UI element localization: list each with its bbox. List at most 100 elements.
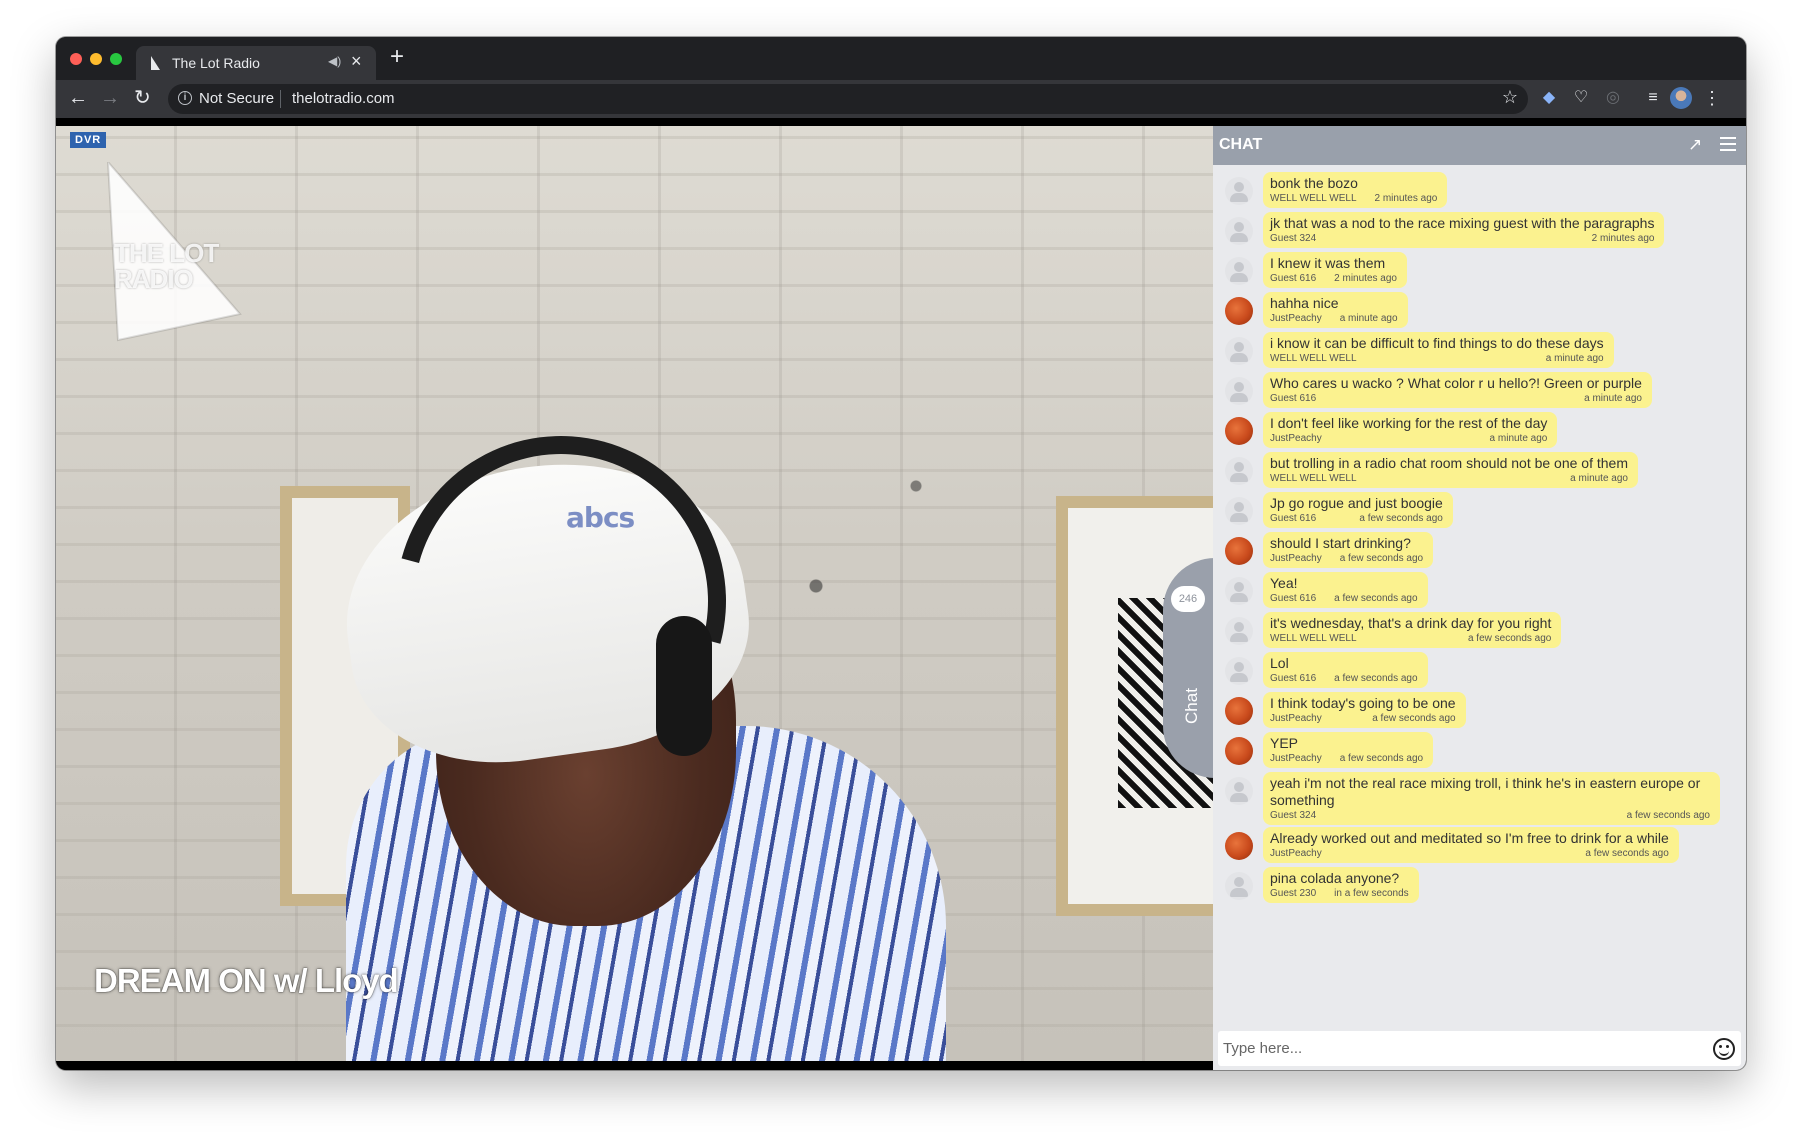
video-player[interactable]: abcs DVR THE LOT RADIO DREAM ON w/ Lloyd <box>56 126 1213 1061</box>
message-author[interactable]: Guest 324 <box>1270 809 1316 822</box>
message-author[interactable]: Guest 616 <box>1270 272 1316 285</box>
message-author[interactable]: Guest 616 <box>1270 672 1316 685</box>
message-author[interactable]: Guest 324 <box>1270 232 1316 245</box>
address-bar[interactable]: i Not Secure thelotradio.com ☆ <box>168 84 1528 114</box>
forward-button[interactable]: → <box>100 85 120 111</box>
guest-avatar-icon[interactable] <box>1225 177 1253 205</box>
guest-avatar-icon[interactable] <box>1225 457 1253 485</box>
message-bubble: Already worked out and meditated so I'm … <box>1263 827 1679 863</box>
message-author[interactable]: JustPeachy <box>1270 312 1322 325</box>
back-button[interactable]: ← <box>68 85 88 111</box>
message-timestamp: a few seconds ago <box>1339 753 1424 764</box>
reload-button[interactable]: ↻ <box>134 85 151 111</box>
message-timestamp: 2 minutes ago <box>1591 233 1655 244</box>
chat-header: CHAT ↗ <box>1213 126 1746 165</box>
chat-message: should I start drinking? JustPeachy a few … <box>1213 532 1746 574</box>
dvr-badge[interactable]: DVR <box>70 132 107 148</box>
message-timestamp: a few seconds ago <box>1372 713 1456 724</box>
browser-window: The Lot Radio ◀) × + ← → ↻ i Not Secure … <box>56 37 1746 1070</box>
user-avatar[interactable] <box>1225 737 1253 765</box>
security-label[interactable]: Not Secure <box>199 90 274 107</box>
message-author[interactable]: WELL WELL WELL <box>1270 472 1357 485</box>
page-content: abcs DVR THE LOT RADIO DREAM ON w/ Lloyd… <box>56 118 1746 1070</box>
guest-avatar-icon[interactable] <box>1225 577 1253 605</box>
message-author[interactable]: Guest 616 <box>1270 392 1316 405</box>
chat-message: Jp go rogue and just boogie Guest 616 a fe… <box>1213 492 1746 534</box>
chat-message: bonk the bozo WELL WELL WELL 2 minutes ago <box>1213 172 1746 214</box>
guest-avatar-icon[interactable] <box>1225 872 1253 900</box>
message-text: Jp go rogue and just boogie <box>1270 495 1443 511</box>
bookmark-star-icon[interactable]: ☆ <box>1502 87 1518 108</box>
chat-toggle-tab[interactable]: 246 Chat <box>1163 558 1215 778</box>
profile-avatar[interactable] <box>1670 87 1692 109</box>
close-window-button[interactable] <box>70 53 82 65</box>
message-author[interactable]: JustPeachy <box>1270 847 1322 860</box>
guest-avatar-icon[interactable] <box>1225 337 1253 365</box>
message-text: Yea! <box>1270 575 1298 591</box>
message-bubble: jk that was a nod to the race mixing gue… <box>1263 212 1665 248</box>
message-text: bonk the bozo <box>1270 175 1358 191</box>
chat-message: but trolling in a radio chat room should… <box>1213 452 1746 494</box>
message-bubble: pina colada anyone? Guest 230 in a few sec… <box>1263 867 1419 903</box>
url-text[interactable]: thelotradio.com <box>292 90 395 107</box>
message-text: I knew it was them <box>1270 255 1386 271</box>
message-author[interactable]: JustPeachy <box>1270 432 1322 445</box>
browser-menu-icon[interactable]: ⋮ <box>1701 87 1723 109</box>
popout-icon[interactable]: ↗ <box>1688 135 1708 155</box>
minimize-window-button[interactable] <box>90 53 102 65</box>
show-title: DREAM ON w/ Lloyd <box>94 962 399 999</box>
message-author[interactable]: Guest 616 <box>1270 592 1316 605</box>
message-text: it's wednesday, that's a drink day for y… <box>1270 615 1552 631</box>
message-meta: WELL WELL WELL a minute ago <box>1270 352 1604 365</box>
message-author[interactable]: Guest 230 <box>1270 887 1316 900</box>
logo-wordmark: THE LOT RADIO <box>114 238 219 294</box>
message-text: Already worked out and meditated so I'm … <box>1270 830 1669 846</box>
message-meta: Guest 230 in a few seconds <box>1270 887 1409 900</box>
hamburger-menu-icon[interactable] <box>1720 137 1736 151</box>
message-list[interactable]: bonk the bozo WELL WELL WELL 2 minutes ago… <box>1213 172 1746 1022</box>
message-author[interactable]: JustPeachy <box>1270 712 1322 725</box>
message-meta: Guest 616 a few seconds ago <box>1270 672 1418 685</box>
tab-the-lot-radio[interactable]: The Lot Radio ◀) × <box>136 46 376 80</box>
guest-avatar-icon[interactable] <box>1225 217 1253 245</box>
user-avatar[interactable] <box>1225 417 1253 445</box>
toolbar: ← → ↻ i Not Secure thelotradio.com ☆ ◆ ♡… <box>56 80 1746 118</box>
chat-message: hahha nice JustPeachy a minute ago <box>1213 292 1746 334</box>
chat-message-input[interactable] <box>1218 1031 1698 1066</box>
media-queue-icon[interactable]: ≡ <box>1642 87 1664 109</box>
emoji-picker-icon[interactable] <box>1713 1038 1735 1060</box>
close-tab-icon[interactable]: × <box>351 51 362 72</box>
tab-strip: The Lot Radio ◀) × + <box>56 37 1746 80</box>
guest-avatar-icon[interactable] <box>1225 777 1253 805</box>
message-meta: WELL WELL WELL a minute ago <box>1270 472 1628 485</box>
info-icon[interactable]: i <box>178 91 192 105</box>
speaker-icon[interactable]: ◀) <box>328 54 341 68</box>
guest-avatar-icon[interactable] <box>1225 377 1253 405</box>
user-avatar[interactable] <box>1225 697 1253 725</box>
message-timestamp: a few seconds ago <box>1339 553 1424 564</box>
message-author[interactable]: WELL WELL WELL <box>1270 352 1357 365</box>
user-avatar[interactable] <box>1225 832 1253 860</box>
zoom-window-button[interactable] <box>110 53 122 65</box>
message-meta: Guest 616 a few seconds ago <box>1270 512 1443 525</box>
chat-message: it's wednesday, that's a drink day for y… <box>1213 612 1746 654</box>
guest-avatar-icon[interactable] <box>1225 257 1253 285</box>
user-avatar[interactable] <box>1225 537 1253 565</box>
message-author[interactable]: WELL WELL WELL <box>1270 192 1357 205</box>
guest-avatar-icon[interactable] <box>1225 617 1253 645</box>
message-author[interactable]: JustPeachy <box>1270 552 1322 565</box>
message-author[interactable]: JustPeachy <box>1270 752 1322 765</box>
pocket-extension-icon[interactable]: ♡ <box>1570 87 1592 109</box>
disabled-extension-icon[interactable]: ◎ <box>1602 87 1624 109</box>
tab-title: The Lot Radio <box>172 55 260 71</box>
message-meta: JustPeachy a few seconds ago <box>1270 752 1423 765</box>
user-avatar[interactable] <box>1225 297 1253 325</box>
message-author[interactable]: Guest 616 <box>1270 512 1316 525</box>
message-meta: JustPeachy a few seconds ago <box>1270 847 1669 860</box>
guest-avatar-icon[interactable] <box>1225 497 1253 525</box>
message-text: I don't feel like working for the rest o… <box>1270 415 1548 431</box>
new-tab-button[interactable]: + <box>390 45 404 69</box>
message-author[interactable]: WELL WELL WELL <box>1270 632 1357 645</box>
gem-extension-icon[interactable]: ◆ <box>1538 87 1560 109</box>
guest-avatar-icon[interactable] <box>1225 657 1253 685</box>
